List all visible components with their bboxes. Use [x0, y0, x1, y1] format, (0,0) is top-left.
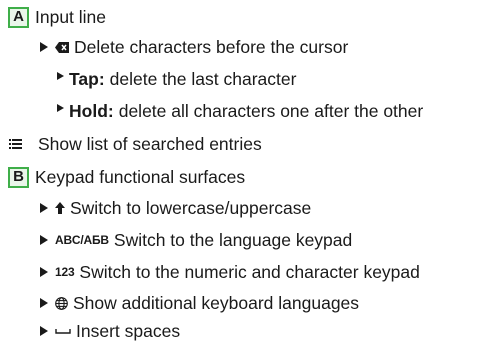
globe-item: Show additional keyboard languages	[40, 292, 359, 314]
section-b-heading: B Keypad functional surfaces	[8, 166, 245, 188]
tap-item: Tap: delete the last character	[57, 68, 296, 90]
backspace-icon	[55, 41, 69, 53]
hold-item: Hold: delete all characters one after th…	[57, 100, 423, 122]
bullet-arrow-icon	[57, 104, 64, 112]
section-a-heading: A Input line	[8, 6, 106, 28]
space-item: Insert spaces	[40, 320, 180, 342]
bullet-arrow-icon	[40, 42, 48, 52]
badge-a: A	[8, 6, 29, 28]
bullet-arrow-icon	[40, 203, 48, 213]
num-item-text: Switch to the numeric and character keyp…	[79, 262, 420, 282]
section-a-title: Input line	[35, 7, 107, 27]
bullet-arrow-icon	[40, 326, 48, 336]
globe-item-text: Show additional keyboard languages	[73, 293, 360, 313]
num-item: 123 Switch to the numeric and character …	[40, 261, 420, 283]
num-key-label: 123	[55, 265, 75, 279]
list-entry: Show list of searched entries	[9, 133, 262, 155]
tap-text: delete the last character	[109, 69, 297, 89]
shift-item-text: Switch to lowercase/uppercase	[70, 198, 312, 218]
bullet-arrow-icon	[40, 235, 48, 245]
space-item-text: Insert spaces	[76, 321, 181, 341]
lang-key-label: ABC/АБВ	[55, 233, 109, 247]
hold-label: Hold:	[69, 101, 114, 121]
list-entry-text: Show list of searched entries	[38, 134, 262, 154]
arrow-up-icon	[55, 202, 65, 214]
space-bar-icon	[55, 327, 71, 335]
bullet-arrow-icon	[40, 298, 48, 308]
tap-label: Tap:	[69, 69, 105, 89]
list-icon	[9, 139, 22, 149]
bullet-arrow-icon	[57, 72, 64, 80]
globe-icon	[55, 296, 68, 310]
delete-item-text: Delete characters before the cursor	[74, 37, 349, 57]
delete-item: Delete characters before the cursor	[40, 36, 348, 58]
badge-b: B	[8, 166, 29, 188]
bullet-arrow-icon	[40, 267, 48, 277]
shift-item: Switch to lowercase/uppercase	[40, 197, 311, 219]
hold-text: delete all characters one after the othe…	[118, 101, 424, 121]
lang-item: ABC/АБВ Switch to the language keypad	[40, 229, 352, 251]
section-b-title: Keypad functional surfaces	[35, 167, 246, 187]
lang-item-text: Switch to the language keypad	[113, 230, 353, 250]
